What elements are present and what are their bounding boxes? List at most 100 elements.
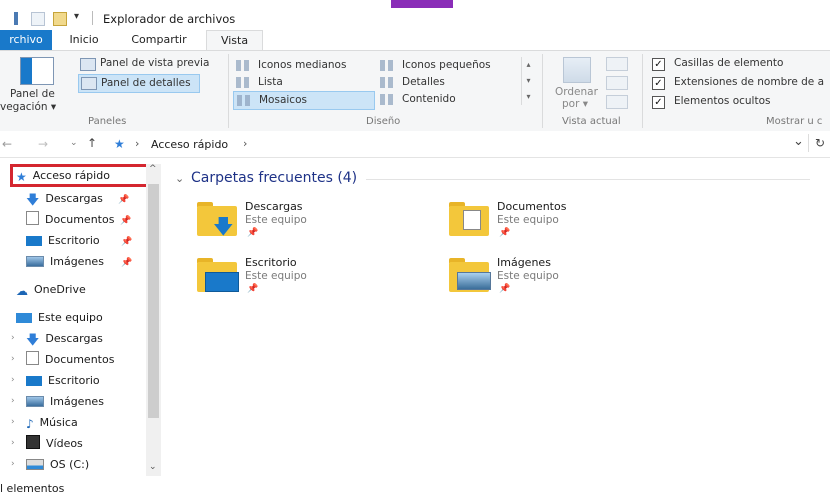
nav-onedrive[interactable]: ☁ OneDrive xyxy=(16,280,86,300)
pin-icon: 📌 xyxy=(118,195,130,205)
details-pane-button[interactable]: Panel de detalles xyxy=(78,74,200,93)
desktop-icon xyxy=(26,376,42,386)
layout-scroll[interactable]: ▴ ▾ ▾ xyxy=(521,57,535,105)
folder-tile-descargas[interactable]: 🡇 Descargas Este equipo 📌 xyxy=(193,198,423,246)
window-accent-strip xyxy=(391,0,453,8)
tab-compartir[interactable]: Compartir xyxy=(124,30,194,50)
add-columns-icon[interactable] xyxy=(606,76,628,90)
nav-qa-imagenes[interactable]: Imágenes 📌 xyxy=(26,252,133,272)
computer-icon xyxy=(16,313,32,323)
qat-dropdown-icon[interactable]: ▾ xyxy=(74,11,79,22)
scroll-up-icon[interactable]: ^ xyxy=(149,164,157,174)
expand-chevron-icon[interactable]: › xyxy=(11,459,15,469)
new-folder-icon[interactable] xyxy=(53,12,67,26)
list-icon xyxy=(236,77,249,88)
expand-chevron-icon[interactable]: › xyxy=(11,396,15,406)
nav-qa-descargas[interactable]: 🡇 Descargas 📌 xyxy=(26,189,130,209)
tab-archivo[interactable]: rchivo xyxy=(0,30,52,50)
expand-chevron-icon[interactable]: › xyxy=(11,375,15,385)
nav-pc-escritorio[interactable]: Escritorio xyxy=(26,371,100,391)
layout-content[interactable]: Contenido xyxy=(380,91,515,107)
layout-content-label: Contenido xyxy=(402,93,456,105)
expand-chevron-icon[interactable]: › xyxy=(11,438,15,448)
layout-tiles[interactable]: Mosaicos xyxy=(233,91,375,110)
sort-by-dropdown[interactable]: por ▾ xyxy=(562,98,588,110)
desktop-icon xyxy=(26,236,42,246)
refresh-icon[interactable]: ↻ xyxy=(815,136,825,150)
layout-small-icons[interactable]: Iconos pequeños xyxy=(380,57,515,73)
properties-icon[interactable] xyxy=(31,12,45,26)
download-icon: 🡇 xyxy=(26,193,40,208)
layout-medium-icons[interactable]: Iconos medianos xyxy=(236,57,366,73)
pin-icon: 📌 xyxy=(247,284,259,294)
nav-pc-musica[interactable]: ♪ Música xyxy=(26,413,78,433)
nav-pc-escritorio-label: Escritorio xyxy=(48,374,100,387)
expand-chevron-icon[interactable]: › xyxy=(11,417,15,427)
nav-pc-os-c-label: OS (C:) xyxy=(50,458,90,471)
window-title: Explorador de archivos xyxy=(103,12,236,26)
document-icon xyxy=(26,211,39,225)
navigation-pane-dropdown[interactable]: vegación ▾ xyxy=(0,101,56,113)
medium-icons-icon xyxy=(236,60,249,71)
hidden-items-label: Elementos ocultos xyxy=(674,95,771,107)
nav-qa-documentos-label: Documentos xyxy=(45,213,115,226)
pictures-icon xyxy=(26,396,44,407)
quick-access-star-icon: ★ xyxy=(114,137,125,151)
group-by-icon[interactable] xyxy=(606,57,628,71)
nav-this-pc[interactable]: Este equipo xyxy=(16,308,103,328)
file-extensions-checkbox[interactable]: ✓ xyxy=(652,77,665,90)
address-dropdown-icon[interactable]: ⌄ xyxy=(793,134,804,149)
section-title[interactable]: Carpetas frecuentes (4) xyxy=(191,170,357,186)
pin-icon: 📌 xyxy=(121,237,133,247)
nav-scroll-thumb[interactable] xyxy=(148,184,159,418)
tab-inicio[interactable]: Inicio xyxy=(62,30,106,50)
nav-qa-descargas-label: Descargas xyxy=(45,192,103,205)
nav-pc-documentos[interactable]: Documentos xyxy=(26,350,114,370)
desktop-icon xyxy=(205,272,239,292)
folder-location: Este equipo xyxy=(497,214,559,226)
breadcrumb-separator[interactable]: › xyxy=(135,137,139,150)
status-bar xyxy=(0,478,830,497)
nav-qa-documentos[interactable]: Documentos 📌 xyxy=(26,210,131,230)
address-separator xyxy=(808,134,809,152)
recent-locations-icon[interactable]: ⌄ xyxy=(70,138,78,148)
folder-name: Documentos xyxy=(497,200,567,213)
nav-pc-videos[interactable]: Vídeos xyxy=(26,434,83,454)
group-label-show-hide: Mostrar u c xyxy=(766,116,823,127)
nav-pc-descargas[interactable]: 🡇 Descargas xyxy=(26,329,103,349)
folder-tile-documentos[interactable]: Documentos Este equipo 📌 xyxy=(445,198,675,246)
sort-by-label[interactable]: Ordenar xyxy=(555,86,598,98)
item-checkboxes-label: Casillas de elemento xyxy=(674,57,784,69)
nav-pc-imagenes[interactable]: Imágenes xyxy=(26,392,104,412)
layout-small-icons-label: Iconos pequeños xyxy=(402,59,491,71)
layout-list[interactable]: Lista xyxy=(236,74,366,90)
pictures-icon xyxy=(26,256,44,267)
up-arrow-icon[interactable]: ↑ xyxy=(87,136,97,150)
scroll-down-icon[interactable]: ⌄ xyxy=(149,462,157,472)
size-columns-icon[interactable] xyxy=(606,95,628,109)
navigation-pane-icon[interactable] xyxy=(20,57,54,85)
hidden-items-checkbox[interactable]: ✓ xyxy=(652,96,665,109)
forward-arrow-icon[interactable]: → xyxy=(38,137,48,151)
nav-pc-documentos-label: Documentos xyxy=(45,353,115,366)
title-separator xyxy=(92,11,93,25)
layout-details[interactable]: Detalles xyxy=(380,74,515,90)
expand-chevron-icon[interactable]: › xyxy=(11,354,15,364)
sort-by-icon[interactable] xyxy=(563,57,591,83)
back-arrow-icon[interactable]: ← xyxy=(2,137,12,151)
preview-pane-icon xyxy=(80,58,96,71)
collapse-chevron-icon[interactable]: ⌄ xyxy=(175,172,184,185)
nav-pc-os-c[interactable]: OS (C:) xyxy=(26,455,89,475)
breadcrumb-separator-end[interactable]: › xyxy=(243,137,247,150)
expand-chevron-icon[interactable]: › xyxy=(11,333,15,343)
folder-tile-imagenes[interactable]: Imágenes Este equipo 📌 xyxy=(445,254,675,302)
folder-tile-escritorio[interactable]: Escritorio Este equipo 📌 xyxy=(193,254,423,302)
breadcrumb-quick-access[interactable]: Acceso rápido xyxy=(151,138,228,151)
item-checkboxes-checkbox[interactable]: ✓ xyxy=(652,58,665,71)
group-label-current-view: Vista actual xyxy=(562,116,621,127)
group-label-layout: Diseño xyxy=(366,116,401,127)
pictures-icon xyxy=(457,272,491,290)
navigation-pane-label[interactable]: Panel de xyxy=(10,88,55,100)
tab-vista[interactable]: Vista xyxy=(206,30,263,52)
nav-qa-escritorio[interactable]: Escritorio 📌 xyxy=(26,231,132,251)
